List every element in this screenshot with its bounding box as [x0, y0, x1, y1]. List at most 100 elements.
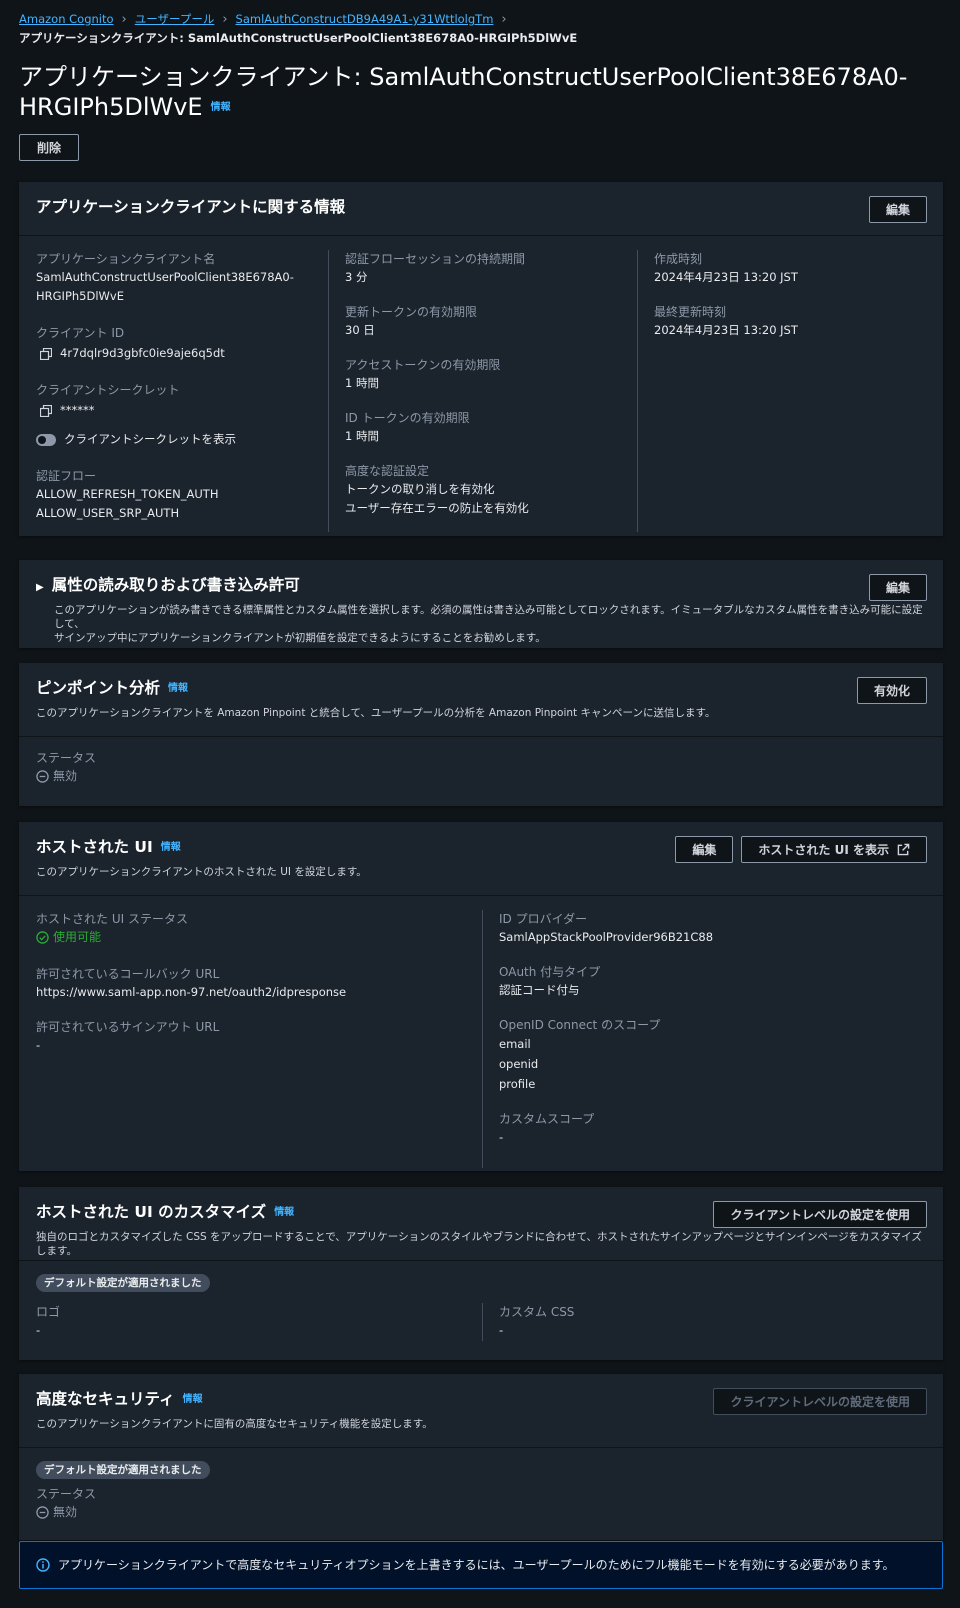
oauth-grant-label: OAuth 付与タイプ — [499, 965, 601, 979]
custom-scope-label: カスタムスコープ — [499, 1112, 595, 1126]
breadcrumb-user-pools[interactable]: ユーザープール — [135, 11, 215, 28]
info-link[interactable]: 情報 — [161, 842, 181, 853]
hosted-ui-status-label: ホストされた UI ステータス — [36, 912, 188, 926]
idp-value: SamlAppStackPoolProvider96B21C88 — [499, 930, 714, 944]
auth-flow-label: 認証フロー — [36, 469, 97, 483]
chevron-right-icon: › — [121, 12, 127, 27]
column-divider — [328, 250, 329, 532]
access-token-label: アクセストークンの有効期限 — [345, 358, 501, 372]
logo-label: ロゴ — [36, 1305, 61, 1319]
custom-scope-value: - — [499, 1130, 504, 1144]
advanced-auth-item: トークンの取り消しを有効化 — [345, 482, 495, 496]
info-link[interactable]: 情報 — [183, 1394, 203, 1405]
signout-url-label: 許可されているサインアウト URL — [36, 1019, 220, 1034]
view-hosted-ui-label: ホストされた UI を表示 — [758, 843, 889, 857]
view-hosted-ui-button[interactable]: ホストされた UI を表示 — [741, 836, 927, 863]
chevron-right-icon: › — [222, 12, 228, 27]
refresh-token-label: 更新トークンの有効期限 — [345, 305, 478, 319]
id-token-label: ID トークンの有効期限 — [345, 411, 470, 425]
auth-flow-item: ALLOW_REFRESH_TOKEN_AUTH — [36, 487, 219, 501]
scope-item: email — [499, 1037, 531, 1051]
page-title-line1: アプリケーションクライアント: SamlAuthConstructUserPoo… — [19, 63, 908, 91]
show-secret-toggle[interactable] — [36, 433, 56, 446]
edit-client-button[interactable]: 編集 — [868, 196, 927, 223]
customize-title: ホストされた UI のカスタマイズ — [36, 1203, 267, 1221]
hosted-ui-desc: このアプリケーションクライアントのホストされた UI を設定します。 — [36, 865, 367, 878]
info-link[interactable]: 情報 — [211, 102, 231, 113]
access-token-value: 1 時間 — [345, 376, 379, 390]
updated-label: 最終更新時刻 — [654, 305, 727, 319]
pinpoint-status-label: ステータス — [36, 751, 97, 765]
delete-button[interactable]: 削除 — [19, 134, 79, 161]
breadcrumb-user-pool[interactable]: SamlAuthConstructDB9A49A1-y31WttlolgTm — [236, 11, 494, 28]
pinpoint-title: ピンポイント分析 — [36, 679, 161, 697]
panel-body: アプリケーションクライアント名 SamlAuthConstructUserPoo… — [19, 236, 943, 536]
info-link[interactable]: 情報 — [274, 1207, 294, 1218]
hosted-ui-status-value: 使用可能 — [53, 930, 102, 944]
flash-text: アプリケーションクライアントで高度なセキュリティオプションを上書きするには、ユー… — [58, 1558, 895, 1572]
pinpoint-panel: ピンポイント分析 情報 このアプリケーションクライアントを Amazon Pinp… — [19, 663, 943, 806]
default-settings-badge: デフォルト設定が適用されました — [36, 1461, 210, 1479]
info-circle-icon — [36, 1558, 50, 1572]
pinpoint-status-value: 無効 — [53, 769, 78, 783]
session-label: 認証フローセッションの持続期間 — [345, 252, 526, 266]
hosted-ui-title: ホストされた UI — [36, 838, 153, 856]
client-info-panel: アプリケーションクライアントに関する情報 編集 アプリケーションクライアント名 … — [19, 182, 943, 536]
status-success-icon — [36, 930, 49, 944]
breadcrumb-cognito[interactable]: Amazon Cognito — [19, 11, 114, 28]
copy-icon[interactable] — [40, 404, 52, 417]
panel-header: ホストされた UI のカスタマイズ 情報 独自のロゴとカスタマイズした CSS を… — [19, 1187, 943, 1261]
client-secret-value: ****** — [60, 403, 95, 417]
attributes-desc-line2: サインアップ中にアプリケーションクライアントが初期値を設定できるようにすることを… — [54, 632, 546, 644]
customize-panel: ホストされた UI のカスタマイズ 情報 独自のロゴとカスタマイズした CSS を… — [19, 1187, 943, 1360]
created-label: 作成時刻 — [654, 252, 703, 266]
panel-header: ピンポイント分析 情報 このアプリケーションクライアントを Amazon Pinp… — [19, 663, 943, 737]
customize-desc: 独自のロゴとカスタマイズした CSS をアップロードすることで、アプリケーション… — [36, 1230, 922, 1257]
client-name-line2: HRGIPh5DlWvE — [36, 289, 124, 303]
panel-header: アプリケーションクライアントに関する情報 編集 — [19, 182, 943, 236]
edit-attributes-button[interactable]: 編集 — [868, 574, 927, 601]
custom-css-value: - — [499, 1323, 504, 1337]
caret-right-icon: ▶ — [36, 582, 44, 593]
security-status-label: ステータス — [36, 1487, 97, 1501]
use-client-settings-button[interactable]: クライアントレベルの設定を使用 — [713, 1201, 927, 1228]
client-name-label: アプリケーションクライアント名 — [36, 252, 216, 266]
pinpoint-desc: このアプリケーションクライアントを Amazon Pinpoint と統合して、… — [36, 706, 716, 719]
idp-label: ID プロバイダー — [499, 912, 588, 926]
custom-css-label: カスタム CSS — [499, 1305, 575, 1319]
column-divider — [637, 250, 638, 532]
attributes-panel: ▶ 属性の読み取りおよび書き込み許可 このアプリケーションが読み書きできる標準属性… — [19, 560, 943, 648]
oauth-grant-value: 認証コード付与 — [499, 983, 580, 997]
info-flash-message: アプリケーションクライアントで高度なセキュリティオプションを上書きするには、ユー… — [19, 1541, 943, 1589]
id-token-value: 1 時間 — [345, 429, 379, 443]
attributes-expand[interactable]: ▶ 属性の読み取りおよび書き込み許可 — [36, 574, 927, 599]
show-secret-label: クライアントシークレットを表示 — [64, 432, 237, 446]
signout-url-value: - — [36, 1037, 41, 1052]
edit-hosted-ui-button[interactable]: 編集 — [675, 836, 734, 863]
refresh-token-value: 30 日 — [345, 323, 375, 337]
callback-url-label: 許可されているコールバック URL — [36, 966, 220, 981]
hosted-ui-panel: ホストされた UI 情報 このアプリケーションクライアントのホストされた UI を… — [19, 822, 943, 1171]
external-link-icon — [897, 843, 910, 856]
oidc-scopes-label: OpenID Connect のスコープ — [499, 1018, 661, 1032]
client-id-value: 4r7dqlr9d3gbfc0ie9aje6q5dt — [60, 346, 225, 360]
breadcrumb-current: アプリケーションクライアント: SamlAuthConstructUserPoo… — [19, 30, 578, 45]
auth-flow-item: ALLOW_USER_SRP_AUTH — [36, 506, 180, 520]
advanced-security-panel: 高度なセキュリティ 情報 このアプリケーションクライアントに固有の高度なセキュリテ… — [19, 1374, 943, 1540]
callback-url-value: https://www.saml-app.non-97.net/oauth2/i… — [36, 984, 347, 999]
attributes-title: 属性の読み取りおよび書き込み許可 — [51, 576, 300, 594]
copy-icon[interactable] — [40, 347, 52, 360]
session-value: 3 分 — [345, 270, 368, 284]
column-divider — [482, 1303, 483, 1341]
enable-pinpoint-button[interactable]: 有効化 — [856, 677, 927, 704]
info-link[interactable]: 情報 — [168, 683, 188, 694]
status-disabled-icon — [36, 769, 49, 783]
client-secret-label: クライアントシークレット — [36, 383, 180, 397]
security-desc: このアプリケーションクライアントに固有の高度なセキュリティ機能を設定します。 — [36, 1417, 433, 1430]
default-settings-badge: デフォルト設定が適用されました — [36, 1274, 210, 1292]
panel-header: ▶ 属性の読み取りおよび書き込み許可 このアプリケーションが読み書きできる標準属性… — [19, 560, 943, 657]
security-use-client-settings-button: クライアントレベルの設定を使用 — [713, 1388, 927, 1415]
scope-item: openid — [499, 1057, 539, 1071]
advanced-auth-label: 高度な認証設定 — [345, 464, 430, 478]
advanced-auth-item: ユーザー存在エラーの防止を有効化 — [345, 501, 529, 515]
